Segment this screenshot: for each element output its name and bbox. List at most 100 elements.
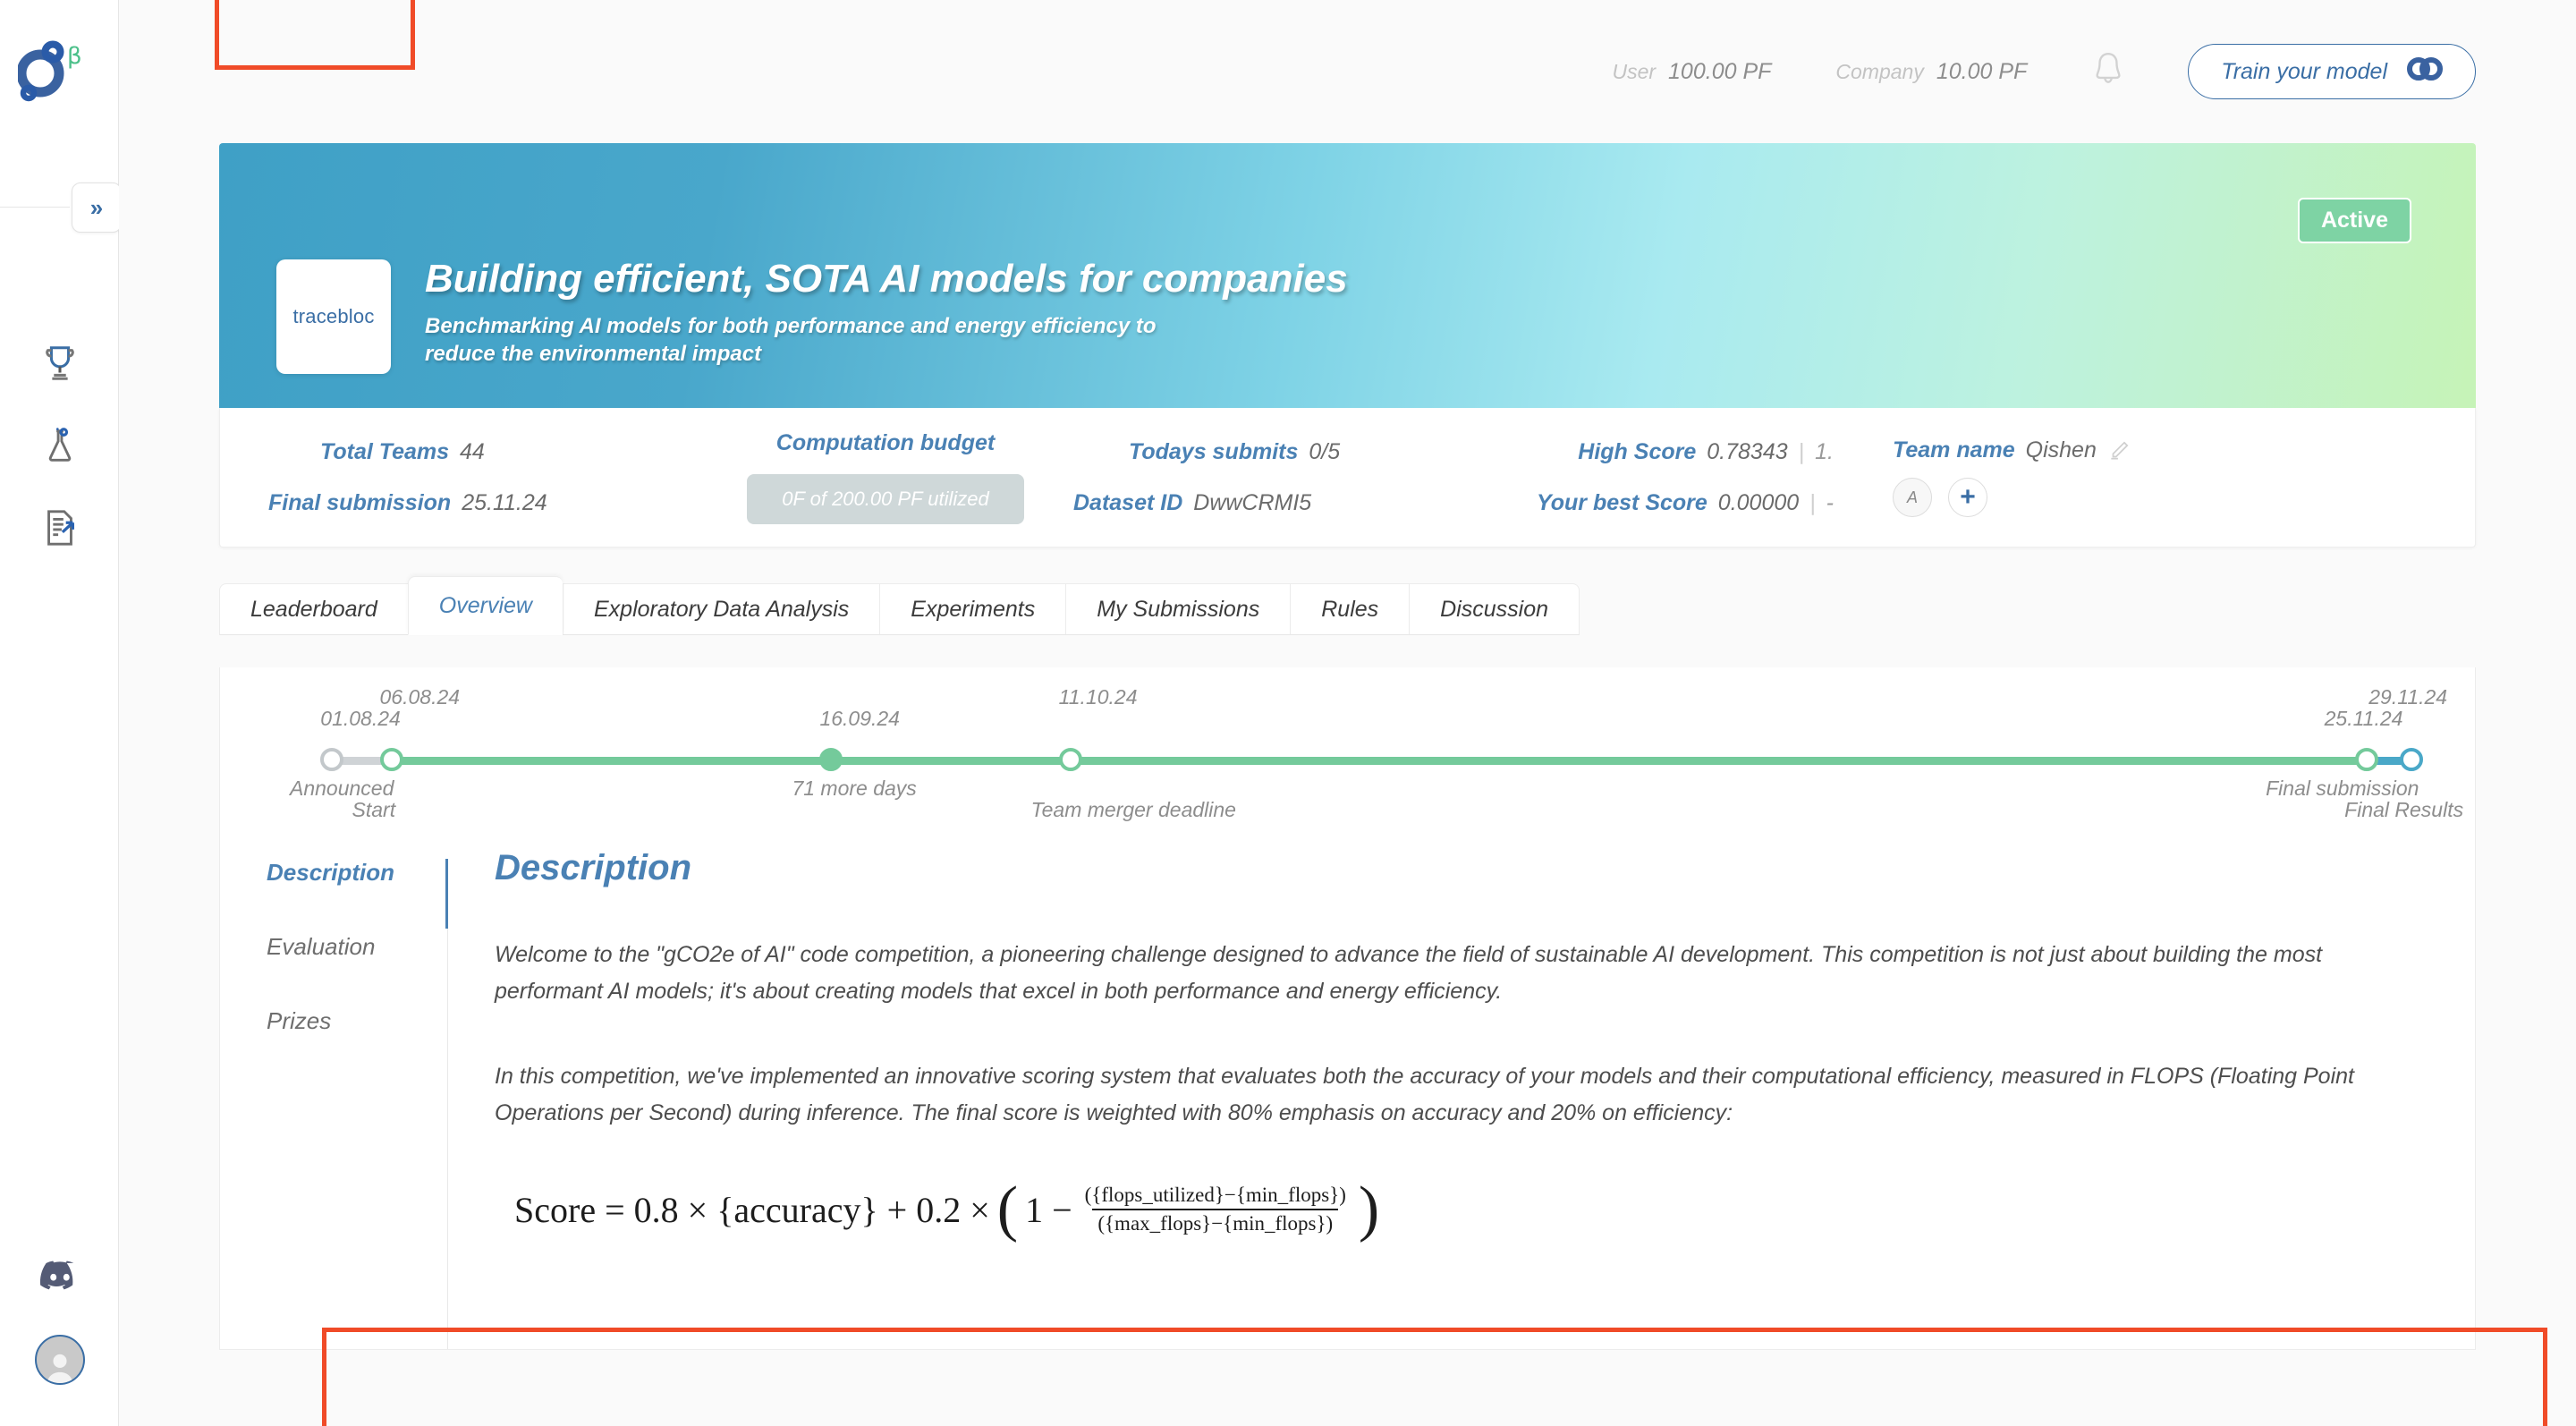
- tabstrip-wrap: Leaderboard Overview Exploratory Data Anal…: [219, 576, 2476, 635]
- team-members-row: A +: [1893, 478, 1987, 517]
- banner-body: tracebloc Building efficient, SOTA AI mo…: [276, 257, 1348, 374]
- train-your-model-button[interactable]: Train your model: [2188, 44, 2476, 99]
- total-teams-value: 44: [460, 438, 485, 464]
- rail-icon-group: [0, 322, 119, 569]
- main-area: User 100.00 PF Company 10.00 PF Train yo…: [119, 0, 2576, 1426]
- high-score-label: High Score: [1578, 438, 1697, 464]
- document-export-icon[interactable]: [0, 487, 119, 569]
- add-team-member-button[interactable]: +: [1948, 478, 1987, 517]
- computation-budget-label: Computation budget: [775, 430, 996, 455]
- timeline-caption: Start: [352, 798, 396, 821]
- score-formula: Score = 0.8 × {accuracy} + 0.2 × ( 1 − (…: [495, 1175, 2368, 1244]
- side-nav-wrap: Description Evaluation Prizes: [220, 848, 448, 1349]
- user-balance-value: 100.00 PF: [1668, 58, 1772, 84]
- timeline-caption: 71 more days: [792, 777, 917, 800]
- company-balance-label: Company: [1835, 59, 1924, 83]
- competition-logo-text: tracebloc: [292, 305, 375, 327]
- banner-text: Building efficient, SOTA AI models for c…: [425, 257, 1348, 374]
- trophy-icon[interactable]: [0, 322, 119, 404]
- tracebloc-logo[interactable]: β: [18, 38, 107, 107]
- timeline-node[interactable]: [1058, 748, 1082, 771]
- side-nav-item-prizes[interactable]: Prizes: [267, 1007, 399, 1035]
- company-balance-value: 10.00 PF: [1936, 58, 2028, 84]
- banner-subtitle-line2: reduce the environmental impact: [425, 342, 762, 367]
- timeline-segment: [391, 757, 832, 765]
- timeline-node[interactable]: [819, 748, 843, 771]
- high-score-separator: |: [1798, 438, 1805, 464]
- computation-budget-bar: 0F of 200.00 PF utilized: [747, 474, 1024, 524]
- tab-rules[interactable]: Rules: [1290, 583, 1410, 635]
- score-formula-one-minus: 1 −: [1025, 1189, 1072, 1230]
- competition-logo-card: tracebloc: [276, 259, 391, 374]
- team-name-label: Team name: [1893, 437, 2015, 463]
- top-bar: User 100.00 PF Company 10.00 PF Train yo…: [119, 0, 2576, 143]
- dataset-id-label: Dataset ID: [1073, 489, 1183, 515]
- user-balance-label: User: [1612, 59, 1657, 83]
- avatar: [34, 1335, 85, 1385]
- description-paragraph-1: Welcome to the "gCO2e of AI" code compet…: [495, 942, 2323, 1004]
- left-rail: β »: [0, 0, 122, 1426]
- banner-subtitle: Benchmarking AI models for both performa…: [425, 312, 1348, 369]
- tab-my-submissions[interactable]: My Submissions: [1065, 583, 1291, 635]
- competition-banner-wrap: Active tracebloc Building efficient, SOT…: [219, 143, 2476, 547]
- timeline-caption: Final Results: [2344, 798, 2464, 821]
- description-side-nav: Description Evaluation Prizes: [220, 848, 399, 1349]
- total-teams-label: Total Teams: [320, 438, 450, 464]
- timeline-node[interactable]: [2400, 748, 2424, 771]
- stats-column-scores: High Score 0.78343 | 1. Your best Score …: [1449, 439, 1834, 516]
- your-best-score-stat: Your best Score 0.00000 | -: [1537, 490, 1834, 516]
- final-submission-stat: Final submission 25.11.24: [268, 490, 547, 516]
- your-best-score-rank: -: [1826, 489, 1834, 515]
- timeline-segment: [831, 757, 1071, 765]
- timeline-track: 01.08.24 Announced 06.08.24 Start 16.09.24 71…: [290, 683, 2463, 827]
- dataset-id-value: DwwCRMI5: [1193, 489, 1312, 515]
- bell-icon[interactable]: [2091, 50, 2125, 94]
- company-balance: Company 10.00 PF: [1835, 59, 2027, 85]
- rail-bottom-group: [0, 1235, 119, 1403]
- tab-leaderboard[interactable]: Leaderboard: [219, 583, 408, 635]
- side-nav-item-description[interactable]: Description: [267, 859, 399, 887]
- timeline-date: 11.10.24: [1058, 685, 1138, 709]
- stats-column-submits: Todays submits 0/5 Dataset ID DwwCRMI5: [1073, 439, 1449, 516]
- description-paragraph-2: In this competition, we've implemented a…: [495, 1064, 2354, 1125]
- side-nav-item-evaluation[interactable]: Evaluation: [267, 933, 399, 961]
- timeline-caption: Final submission: [2266, 777, 2419, 800]
- timeline-node[interactable]: [379, 748, 403, 771]
- stats-column-budget: Computation budget 0F of 200.00 PF utili…: [698, 430, 1073, 524]
- high-score-value: 0.78343: [1707, 438, 1788, 464]
- team-member-avatar[interactable]: A: [1893, 478, 1932, 517]
- your-best-score-separator: |: [1809, 489, 1816, 515]
- timeline-date: 01.08.24: [320, 707, 401, 730]
- competition-banner: Active tracebloc Building efficient, SOT…: [219, 143, 2476, 408]
- app-root: β » User 100.00 PF Company 10.00 PF Trai…: [0, 0, 2576, 1426]
- score-formula-fraction: ({flops_utilized}−{min_flops}) ({max_flo…: [1080, 1184, 1352, 1235]
- train-your-model-label: Train your model: [2221, 58, 2387, 84]
- tab-strip: Leaderboard Overview Exploratory Data Anal…: [219, 576, 2476, 635]
- formula-close-paren: ): [1358, 1175, 1380, 1244]
- final-submission-value: 25.11.24: [462, 489, 547, 515]
- account-avatar[interactable]: [0, 1317, 119, 1403]
- colab-icon: [2407, 56, 2443, 87]
- tab-experiments[interactable]: Experiments: [879, 583, 1066, 635]
- flask-icon[interactable]: [0, 404, 119, 487]
- your-best-score-label: Your best Score: [1537, 489, 1707, 515]
- final-submission-label: Final submission: [268, 489, 452, 515]
- dataset-id-stat: Dataset ID DwwCRMI5: [1073, 490, 1311, 516]
- timeline-node[interactable]: [2355, 748, 2379, 771]
- tab-overview[interactable]: Overview: [407, 576, 563, 635]
- discord-icon[interactable]: [0, 1235, 119, 1317]
- tab-discussion[interactable]: Discussion: [1409, 583, 1580, 635]
- timeline-node[interactable]: [320, 748, 344, 771]
- description-heading: Description: [495, 848, 692, 887]
- score-formula-denominator: ({max_flops}−{min_flops}): [1092, 1209, 1339, 1235]
- edit-pencil-icon[interactable]: [2107, 439, 2131, 463]
- timeline-caption: Announced: [290, 777, 394, 800]
- high-score-stat: High Score 0.78343 | 1.: [1578, 439, 1834, 465]
- stats-column-teams: Total Teams 44 Final submission 25.11.24: [268, 439, 698, 516]
- user-balance: User 100.00 PF: [1612, 59, 1771, 85]
- sidebar-expand-button[interactable]: »: [72, 182, 122, 233]
- svg-text:β: β: [67, 43, 82, 70]
- tab-exploratory-data-analysis[interactable]: Exploratory Data Analysis: [562, 583, 880, 635]
- team-name-value: Qishen: [2025, 437, 2097, 463]
- stats-column-team: Team name Qishen A +: [1834, 437, 2427, 517]
